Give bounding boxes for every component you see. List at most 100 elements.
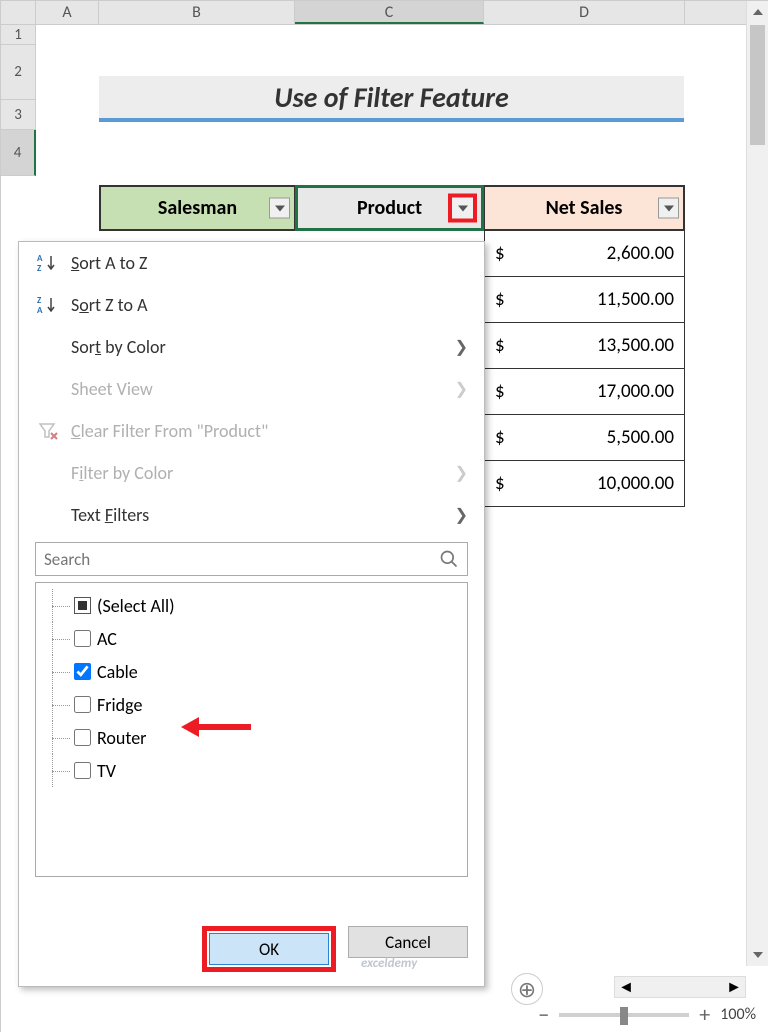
label: Router — [97, 727, 146, 749]
search-input[interactable] — [44, 549, 439, 570]
filter-button-product[interactable] — [448, 194, 477, 223]
label: Sheet View — [71, 378, 153, 400]
clear-filter: Clear Filter From "Product" — [19, 410, 484, 452]
value: 5,500.00 — [515, 426, 674, 449]
sort-az-icon: AZ — [37, 252, 71, 274]
netsales-column: $2,600.00 $11,500.00 $13,500.00 $17,000.… — [484, 231, 685, 507]
filter-by-color: Filter by Color ❯ — [19, 452, 484, 494]
table-row[interactable]: $11,500.00 — [484, 277, 685, 323]
label: (Select All) — [97, 595, 175, 617]
col-header-b[interactable]: B — [99, 1, 295, 24]
row-header-3[interactable]: 3 — [1, 100, 36, 130]
ok-button[interactable]: OK — [209, 933, 329, 965]
cancel-button[interactable]: Cancel — [348, 926, 468, 958]
value: 13,500.00 — [515, 334, 674, 357]
header-product-label: Product — [357, 196, 422, 220]
header-netsales-label: Net Sales — [546, 196, 623, 220]
checkbox[interactable] — [74, 696, 91, 713]
tree-item-tv[interactable]: TV — [42, 754, 461, 787]
table-row[interactable]: $10,000.00 — [484, 461, 685, 507]
header-product[interactable]: Product — [295, 185, 484, 231]
svg-text:Z: Z — [37, 263, 42, 274]
row-header-4[interactable]: 4 — [1, 130, 36, 176]
zoom-slider[interactable] — [559, 1013, 689, 1017]
value: 11,500.00 — [515, 288, 674, 311]
value: 17,000.00 — [515, 380, 674, 403]
tree-item-fridge[interactable]: Fridge — [42, 688, 461, 721]
label: Text Filters — [71, 504, 149, 526]
tree-select-all[interactable]: (Select All) — [42, 589, 461, 622]
label: Filter by Color — [71, 462, 173, 484]
svg-text:A: A — [37, 305, 43, 316]
value: 10,000.00 — [515, 472, 674, 495]
button-row: OK Cancel — [202, 926, 468, 972]
annotation-arrow-icon — [181, 715, 251, 739]
table-row[interactable]: $5,500.00 — [484, 415, 685, 461]
header-salesman[interactable]: Salesman — [99, 185, 295, 231]
watermark-text: exceldemy — [361, 956, 417, 971]
checkbox[interactable] — [74, 729, 91, 746]
dropdown-icon — [664, 205, 674, 211]
clear-filter-icon — [37, 420, 71, 442]
label: Sort Z to A — [71, 294, 147, 316]
value: 2,600.00 — [515, 242, 674, 265]
currency: $ — [495, 288, 515, 311]
zoom-out-button[interactable]: − — [538, 1001, 549, 1028]
filter-button-salesman[interactable] — [269, 198, 290, 219]
chevron-right-icon: ❯ — [455, 505, 468, 525]
chevron-right-icon: ❯ — [455, 463, 468, 483]
scroll-left-icon[interactable]: ◄ — [615, 978, 637, 997]
table-row[interactable]: $17,000.00 — [484, 369, 685, 415]
col-header-c[interactable]: C — [295, 1, 484, 24]
vertical-scrollbar[interactable] — [746, 1, 768, 966]
scroll-thumb[interactable] — [750, 25, 765, 145]
sort-z-to-a[interactable]: ZA Sort Z to A — [19, 284, 484, 326]
zoom-in-button[interactable]: + — [699, 1001, 710, 1028]
checkbox-indeterminate-icon[interactable] — [74, 597, 91, 614]
scroll-down-icon[interactable] — [747, 944, 768, 966]
zoom-controls: − + 100% — [538, 1001, 756, 1028]
scroll-up-icon[interactable] — [747, 1, 768, 23]
dropdown-icon — [275, 205, 285, 211]
chevron-right-icon: ❯ — [455, 379, 468, 399]
row-header-2[interactable]: 2 — [1, 45, 36, 100]
table-row[interactable]: $13,500.00 — [484, 323, 685, 369]
sheet-view: Sheet View ❯ — [19, 368, 484, 410]
filter-search-box[interactable] — [35, 542, 468, 576]
label: TV — [97, 760, 116, 782]
header-netsales[interactable]: Net Sales — [484, 185, 685, 231]
checkbox[interactable] — [74, 762, 91, 779]
label: SSort A to Zort A to Z — [71, 252, 147, 274]
tree-item-cable[interactable]: Cable — [42, 655, 461, 688]
col-header-d[interactable]: D — [484, 1, 685, 24]
checkbox[interactable] — [74, 630, 91, 647]
currency: $ — [495, 426, 515, 449]
sort-by-color[interactable]: Sort by Color ❯ — [19, 326, 484, 368]
label: Fridge — [97, 694, 142, 716]
search-icon — [439, 549, 459, 569]
table-header-row: Salesman Product Net Sales — [99, 185, 685, 231]
label: Cable — [97, 661, 138, 683]
checkbox[interactable] — [74, 663, 91, 680]
sort-a-to-z[interactable]: AZ SSort A to Zort A to Z — [19, 242, 484, 284]
table-row[interactable]: $2,600.00 — [484, 231, 685, 277]
currency: $ — [495, 472, 515, 495]
column-headers: A B C D — [1, 1, 768, 25]
title-text: Use of Filter Feature — [274, 80, 508, 115]
currency: $ — [495, 242, 515, 265]
scroll-right-icon[interactable]: ► — [723, 978, 745, 997]
label: AC — [97, 628, 117, 650]
zoom-level[interactable]: 100% — [720, 1005, 756, 1024]
currency: $ — [495, 380, 515, 403]
filter-button-netsales[interactable] — [658, 198, 679, 219]
label: Clear Filter From "Product" — [71, 420, 268, 442]
horizontal-scrollbar[interactable]: ◄ ► — [614, 976, 746, 998]
select-all-corner[interactable] — [1, 1, 36, 24]
col-header-a[interactable]: A — [36, 1, 99, 24]
tree-item-router[interactable]: Router — [42, 721, 461, 754]
filter-values-tree: (Select All) AC Cable Fridge Router TV — [35, 582, 468, 877]
sort-za-icon: ZA — [37, 294, 71, 316]
row-header-1[interactable]: 1 — [1, 25, 36, 45]
text-filters[interactable]: Text Filters ❯ — [19, 494, 484, 536]
tree-item-ac[interactable]: AC — [42, 622, 461, 655]
